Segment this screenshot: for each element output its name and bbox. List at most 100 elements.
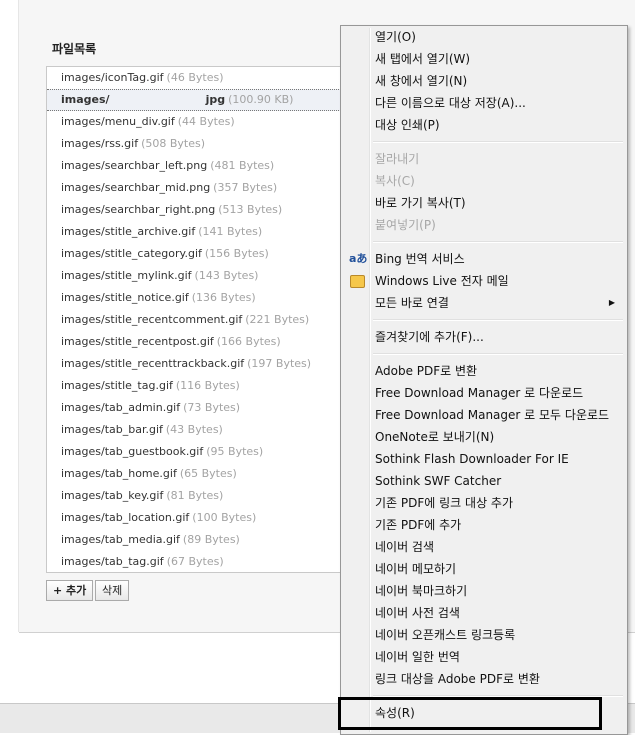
file-size: (100.90 KB) xyxy=(228,93,294,106)
menu-item-group3-0[interactable]: aあ Bing 번역 서비스 xyxy=(343,248,625,270)
menu-item-group5-5[interactable]: Sothink SWF Catcher xyxy=(343,470,625,492)
file-size: (357 Bytes) xyxy=(213,181,278,194)
menu-item-group1-2[interactable]: 새 창에서 열기(N) xyxy=(343,70,625,92)
menu-item-label: 열기(O) xyxy=(375,30,416,44)
file-row[interactable]: images/stitle_recenttrackback.gif (197 By… xyxy=(47,353,347,375)
file-name: images/stitle_category.gif xyxy=(61,247,202,260)
menu-item-group3-1[interactable]: Windows Live 전자 메일 xyxy=(343,270,625,292)
file-row[interactable]: images/tab_location.gif (100 Bytes) xyxy=(47,507,347,529)
file-row[interactable]: images/stitle_recentcomment.gif (221 Byte… xyxy=(47,309,347,331)
file-size: (67 Bytes) xyxy=(166,555,224,568)
menu-item-label: Sothink SWF Catcher xyxy=(375,474,502,488)
menu-separator xyxy=(373,141,623,143)
menu-item-group5-11[interactable]: 네이버 사전 검색 xyxy=(343,602,625,624)
file-name: images/stitle_notice.gif xyxy=(61,291,189,304)
file-name: images/tab_media.gif xyxy=(61,533,180,546)
file-row[interactable]: images/tab_tag.gif (67 Bytes) xyxy=(47,551,347,572)
submenu-arrow-icon: ▶ xyxy=(608,298,615,307)
file-size: (43 Bytes) xyxy=(165,423,223,436)
file-row[interactable]: images/stitle_category.gif (156 Bytes) xyxy=(47,243,347,265)
file-name-suffix: jpg xyxy=(205,93,226,106)
menu-item-label: 네이버 오픈캐스트 링크등록 xyxy=(375,628,516,642)
menu-item-group5-10[interactable]: 네이버 북마크하기 xyxy=(343,580,625,602)
file-row[interactable]: images/searchbar_right.png (513 Bytes) xyxy=(47,199,347,221)
file-row[interactable]: images/tab_media.gif (89 Bytes) xyxy=(47,529,347,551)
windows-live-mail-icon xyxy=(350,275,365,288)
menu-item-group1-0[interactable]: 열기(O) xyxy=(343,26,625,48)
delete-file-button[interactable]: 삭제 xyxy=(95,580,130,601)
menu-item-group5-3[interactable]: OneNote로 보내기(N) xyxy=(343,426,625,448)
file-name: images/tab_bar.gif xyxy=(61,423,163,436)
menu-item-label: 네이버 검색 xyxy=(375,540,435,554)
menu-item-group5-9[interactable]: 네이버 메모하기 xyxy=(343,558,625,580)
file-row[interactable]: images/stitle_recentpost.gif (166 Bytes) xyxy=(47,331,347,353)
file-row[interactable]: images/tab_key.gif (81 Bytes) xyxy=(47,485,347,507)
menu-item-group5-4[interactable]: Sothink Flash Downloader For IE xyxy=(343,448,625,470)
file-row[interactable]: images/tab_bar.gif (43 Bytes) xyxy=(47,419,347,441)
file-row[interactable]: images/rss.gif (508 Bytes) xyxy=(47,133,347,155)
menu-item-group5-14[interactable]: 링크 대상을 Adobe PDF로 변환 xyxy=(343,668,625,690)
menu-item-group3-2[interactable]: 모든 바로 연결 ▶ xyxy=(343,292,625,314)
file-name: images/menu_div.gif xyxy=(61,115,175,128)
menu-item-group1-4[interactable]: 대상 인쇄(P) xyxy=(343,114,625,136)
menu-item-group5-12[interactable]: 네이버 오픈캐스트 링크등록 xyxy=(343,624,625,646)
menu-item-group5-6[interactable]: 기존 PDF에 링크 대상 추가 xyxy=(343,492,625,514)
properties-highlight-box xyxy=(338,697,602,730)
file-row[interactable]: images/stitle_notice.gif (136 Bytes) xyxy=(47,287,347,309)
menu-item-group5-2[interactable]: Free Download Manager 로 모두 다운로드 xyxy=(343,404,625,426)
file-size: (143 Bytes) xyxy=(194,269,259,282)
menu-separator xyxy=(373,241,623,243)
menu-item-label: Adobe PDF로 변환 xyxy=(375,364,478,378)
menu-item-label: 잘라내기 xyxy=(375,152,420,166)
file-size: (141 Bytes) xyxy=(198,225,263,238)
menu-item-group5-0[interactable]: Adobe PDF로 변환 xyxy=(343,360,625,382)
file-name: images/stitle_recenttrackback.gif xyxy=(61,357,245,370)
menu-item-group1-1[interactable]: 새 탭에서 열기(W) xyxy=(343,48,625,70)
file-size: (95 Bytes) xyxy=(206,445,264,458)
file-row[interactable]: images/menu_div.gif (44 Bytes) xyxy=(47,111,347,133)
menu-item-label: 붙여넣기(P) xyxy=(375,218,436,232)
file-row[interactable]: images/searchbar_mid.png (357 Bytes) xyxy=(47,177,347,199)
file-name: images/tab_home.gif xyxy=(61,467,177,480)
file-name: images/stitle_mylink.gif xyxy=(61,269,192,282)
menu-item-label: Bing 번역 서비스 xyxy=(375,252,465,266)
menu-item-group5-7[interactable]: 기존 PDF에 추가 xyxy=(343,514,625,536)
file-name: images/tab_location.gif xyxy=(61,511,190,524)
file-name: images/stitle_tag.gif xyxy=(61,379,173,392)
file-size: (156 Bytes) xyxy=(204,247,269,260)
menu-item-group1-3[interactable]: 다른 이름으로 대상 저장(A)... xyxy=(343,92,625,114)
file-name: images/rss.gif xyxy=(61,137,139,150)
menu-item-label: OneNote로 보내기(N) xyxy=(375,430,495,444)
file-row[interactable]: images/stitle_archive.gif (141 Bytes) xyxy=(47,221,347,243)
menu-item-label: 네이버 사전 검색 xyxy=(375,606,460,620)
file-size: (197 Bytes) xyxy=(247,357,312,370)
file-row[interactable]: images/iconTag.gif (46 Bytes) xyxy=(47,67,347,89)
menu-item-label: 모든 바로 연결 xyxy=(375,296,449,310)
add-file-button[interactable]: + 추가 xyxy=(46,580,94,601)
menu-item-label: Sothink Flash Downloader For IE xyxy=(375,452,569,466)
menu-item-label: Free Download Manager 로 모두 다운로드 xyxy=(375,408,610,422)
file-list-title: 파일목록 xyxy=(52,42,97,56)
file-size: (46 Bytes) xyxy=(166,71,224,84)
menu-item-group5-1[interactable]: Free Download Manager 로 다운로드 xyxy=(343,382,625,404)
file-list[interactable]: images/iconTag.gif (46 Bytes) images/jpg (1… xyxy=(46,66,348,573)
menu-item-group5-13[interactable]: 네이버 일한 번역 xyxy=(343,646,625,668)
menu-item-label: Free Download Manager 로 다운로드 xyxy=(375,386,584,400)
file-row[interactable]: images/tab_guestbook.gif (95 Bytes) xyxy=(47,441,347,463)
file-name: images/tab_admin.gif xyxy=(61,401,181,414)
file-name: images/stitle_recentcomment.gif xyxy=(61,313,243,326)
menu-item-group2-0: 잘라내기 xyxy=(343,148,625,170)
file-row[interactable]: images/stitle_tag.gif (116 Bytes) xyxy=(47,375,347,397)
file-row[interactable]: images/searchbar_left.png (481 Bytes) xyxy=(47,155,347,177)
file-row[interactable]: images/tab_home.gif (65 Bytes) xyxy=(47,463,347,485)
file-row-selected[interactable]: images/jpg (100.90 KB) xyxy=(47,89,347,111)
file-size: (508 Bytes) xyxy=(141,137,206,150)
menu-item-group2-2[interactable]: 바로 가기 복사(T) xyxy=(343,192,625,214)
file-row[interactable]: images/tab_admin.gif (73 Bytes) xyxy=(47,397,347,419)
file-row[interactable]: images/stitle_mylink.gif (143 Bytes) xyxy=(47,265,347,287)
menu-item-group4-0[interactable]: 즐겨찾기에 추가(F)... xyxy=(343,326,625,348)
file-name: images/tab_guestbook.gif xyxy=(61,445,204,458)
menu-item-group2-3: 붙여넣기(P) xyxy=(343,214,625,236)
file-size: (73 Bytes) xyxy=(183,401,241,414)
menu-item-group5-8[interactable]: 네이버 검색 xyxy=(343,536,625,558)
